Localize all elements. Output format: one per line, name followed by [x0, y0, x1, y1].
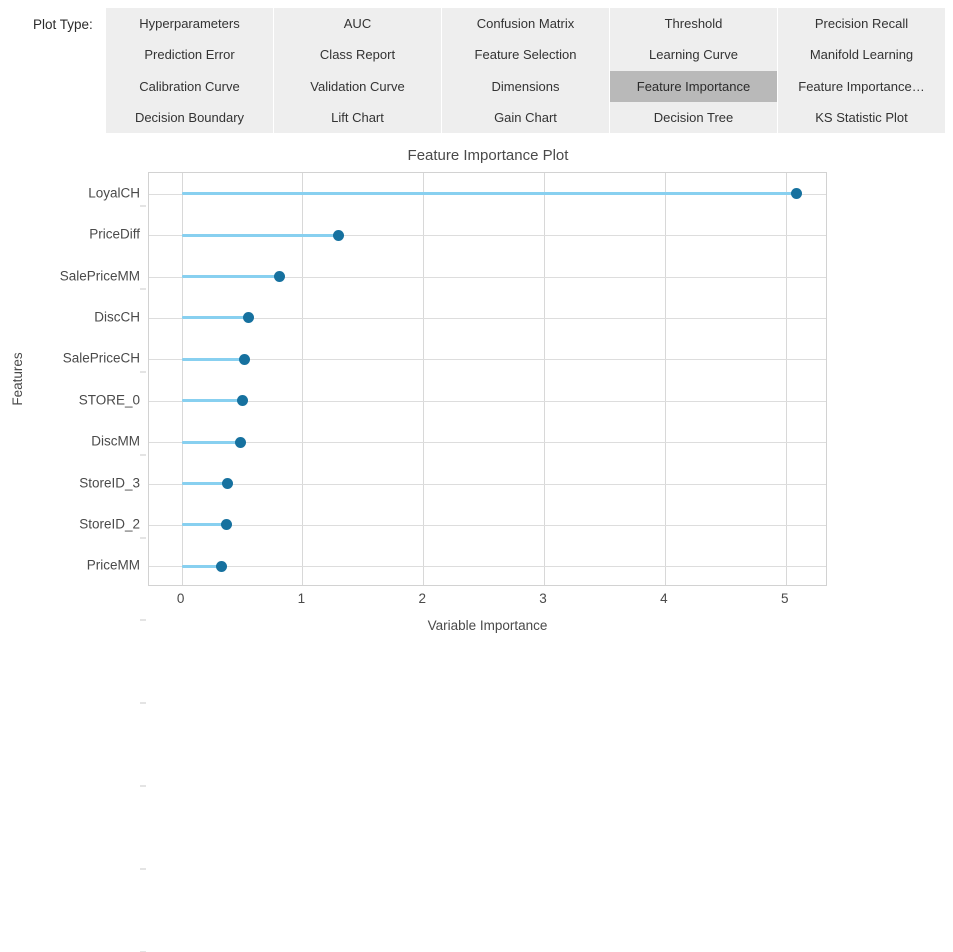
plot-type-item-auc[interactable]: AUC — [274, 8, 441, 39]
y-gridline — [149, 359, 826, 361]
plot-type-item-feature-importance-all[interactable]: Feature Importance… — [778, 71, 945, 102]
y-gridline — [149, 483, 826, 485]
lollipop-point[interactable] — [791, 188, 803, 200]
y-tick-mark — [140, 205, 146, 207]
plot-type-label: Plot Type: — [33, 17, 93, 32]
y-tick-label: STORE_0 — [79, 392, 146, 621]
lollipop-point[interactable] — [236, 395, 248, 407]
x-tick-label: 3 — [539, 591, 547, 606]
y-tick-mark — [140, 619, 146, 621]
plot-type-item-prediction-error[interactable]: Prediction Error — [106, 39, 273, 70]
y-tick-label: SalePriceMM — [60, 268, 146, 373]
plot-type-item-feature-importance[interactable]: Feature Importance — [610, 70, 777, 102]
plot-type-item-learning-curve[interactable]: Learning Curve — [610, 39, 777, 70]
lollipop-point[interactable] — [333, 229, 345, 241]
y-tick-mark — [140, 288, 146, 290]
plot-type-toolbar: Plot Type: Hyperparameters Prediction Er… — [0, 0, 953, 141]
x-axis-tick-labels: 0 1 2 3 4 5 — [148, 591, 827, 613]
y-tick-label: DiscCH — [94, 309, 146, 456]
y-tick-mark — [140, 537, 146, 539]
plot-type-item-confusion-matrix[interactable]: Confusion Matrix — [442, 8, 609, 39]
plot-type-item-threshold[interactable]: Threshold — [610, 8, 777, 39]
plot-type-item-validation-curve[interactable]: Validation Curve — [274, 71, 441, 102]
y-tick-mark — [140, 371, 146, 373]
y-gridline — [149, 400, 826, 402]
y-gridline — [149, 442, 826, 444]
y-tick-label: PriceDiff — [89, 227, 146, 290]
lollipop-stem — [181, 275, 280, 278]
x-tick-label: 5 — [780, 591, 789, 606]
plot-type-column-2: AUC Class Report Validation Curve Lift C… — [274, 8, 441, 133]
plot-type-item-gain-chart[interactable]: Gain Chart — [442, 102, 609, 133]
y-gridline — [149, 566, 826, 568]
plot-type-item-manifold-learning[interactable]: Manifold Learning — [778, 39, 945, 70]
x-axis-title: Variable Importance — [427, 618, 548, 633]
y-tick-label: StoreID_3 — [79, 475, 146, 787]
y-tick-label: PriceMM — [87, 558, 146, 952]
y-tick-label: SalePriceCH — [63, 351, 146, 539]
y-tick-mark — [140, 785, 146, 787]
y-tick-label: StoreID_2 — [79, 516, 146, 870]
x-tick-label: 1 — [297, 591, 306, 606]
x-tick-label: 2 — [418, 591, 427, 606]
lollipop-stem — [181, 192, 797, 196]
lollipop-stem — [181, 233, 339, 237]
y-tick-mark — [140, 702, 146, 704]
lollipop-point[interactable] — [242, 312, 254, 324]
lollipop-point[interactable] — [238, 353, 250, 365]
plot-type-column-4: Threshold Learning Curve Feature Importa… — [610, 8, 777, 133]
x-tick-label: 4 — [660, 591, 668, 606]
lollipop-point[interactable] — [220, 519, 232, 531]
plot-type-item-decision-tree[interactable]: Decision Tree — [610, 102, 777, 133]
lollipop-stem — [181, 482, 228, 485]
plot-type-column-5: Precision Recall Manifold Learning Featu… — [778, 8, 945, 133]
lollipop-point[interactable] — [235, 436, 247, 448]
plot-type-item-hyperparameters[interactable]: Hyperparameters — [106, 8, 273, 39]
x-tick-label: 0 — [176, 591, 185, 606]
feature-importance-chart: Feature Importance Plot Features LoyalCH… — [0, 141, 953, 952]
lollipop-point[interactable] — [222, 478, 234, 489]
y-tick-label: LoyalCH — [88, 185, 146, 207]
plot-type-item-feature-selection[interactable]: Feature Selection — [442, 39, 609, 70]
lollipop-point[interactable] — [215, 560, 227, 572]
plot-type-column-1: Hyperparameters Prediction Error Calibra… — [106, 8, 273, 133]
y-axis-tick-labels: LoyalCH PriceDiff SalePriceMM DiscCH SalePri… — [0, 172, 146, 952]
lollipop-stem — [181, 440, 241, 444]
y-gridline — [149, 524, 826, 526]
chart-title: Feature Importance Plot — [407, 147, 569, 164]
plot-type-item-calibration-curve[interactable]: Calibration Curve — [106, 71, 273, 102]
lollipop-stem — [181, 399, 243, 403]
y-tick-mark — [140, 454, 146, 456]
plot-type-item-ks-statistic-plot[interactable]: KS Statistic Plot — [778, 102, 945, 133]
lollipop-stem — [181, 316, 249, 320]
lollipop-point[interactable] — [273, 271, 285, 282]
plot-type-item-decision-boundary[interactable]: Decision Boundary — [106, 102, 273, 133]
plot-type-column-3: Confusion Matrix Feature Selection Dimen… — [442, 8, 609, 133]
y-tick-label: DiscMM — [91, 434, 146, 704]
plot-area — [148, 172, 827, 586]
lollipop-stem — [181, 523, 227, 527]
plot-type-item-lift-chart[interactable]: Lift Chart — [274, 102, 441, 133]
plot-type-item-precision-recall[interactable]: Precision Recall — [778, 8, 945, 39]
plot-type-item-class-report[interactable]: Class Report — [274, 39, 441, 70]
y-tick-mark — [140, 868, 146, 870]
plot-type-item-dimensions[interactable]: Dimensions — [442, 71, 609, 102]
lollipop-stem — [181, 357, 245, 361]
